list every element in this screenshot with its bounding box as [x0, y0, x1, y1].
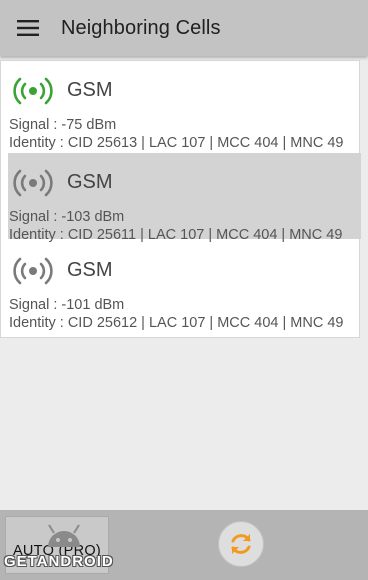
menu-button[interactable] [0, 0, 56, 56]
cell-identity: Identity : CID 25612 | LAC 107 | MCC 404… [9, 315, 344, 331]
cell-technology: GSM [67, 259, 113, 281]
signal-tower-icon [13, 257, 53, 285]
refresh-icon [231, 534, 251, 554]
signal-tower-icon [13, 77, 53, 105]
cell-item-selected[interactable]: GSM Signal : -103 dBm Identity : CID 256… [8, 153, 361, 243]
cell-identity: Identity : CID 25613 | LAC 107 | MCC 404… [9, 135, 344, 151]
refresh-button[interactable] [218, 521, 264, 567]
cell-signal: Signal : -101 dBm [9, 297, 125, 313]
signal-tower-icon [13, 169, 53, 197]
bottom-bar: AUTO (PRO) GETANDROID [0, 510, 368, 580]
cell-item[interactable]: GSM Signal : -75 dBm Identity : CID 2561… [8, 61, 361, 151]
hamburger-menu-icon [17, 20, 39, 36]
cell-technology: GSM [67, 171, 113, 193]
cell-item[interactable]: GSM Signal : -101 dBm Identity : CID 256… [8, 241, 361, 331]
android-robot-icon [48, 524, 80, 547]
cell-signal: Signal : -103 dBm [9, 209, 125, 225]
cell-list: GSM Signal : -75 dBm Identity : CID 2561… [0, 60, 361, 338]
watermark: GETANDROID [4, 553, 114, 570]
cell-technology: GSM [67, 79, 113, 101]
page-title: Neighboring Cells [61, 16, 221, 39]
app-bar: Neighboring Cells [0, 0, 368, 56]
cell-signal: Signal : -75 dBm [9, 117, 117, 133]
